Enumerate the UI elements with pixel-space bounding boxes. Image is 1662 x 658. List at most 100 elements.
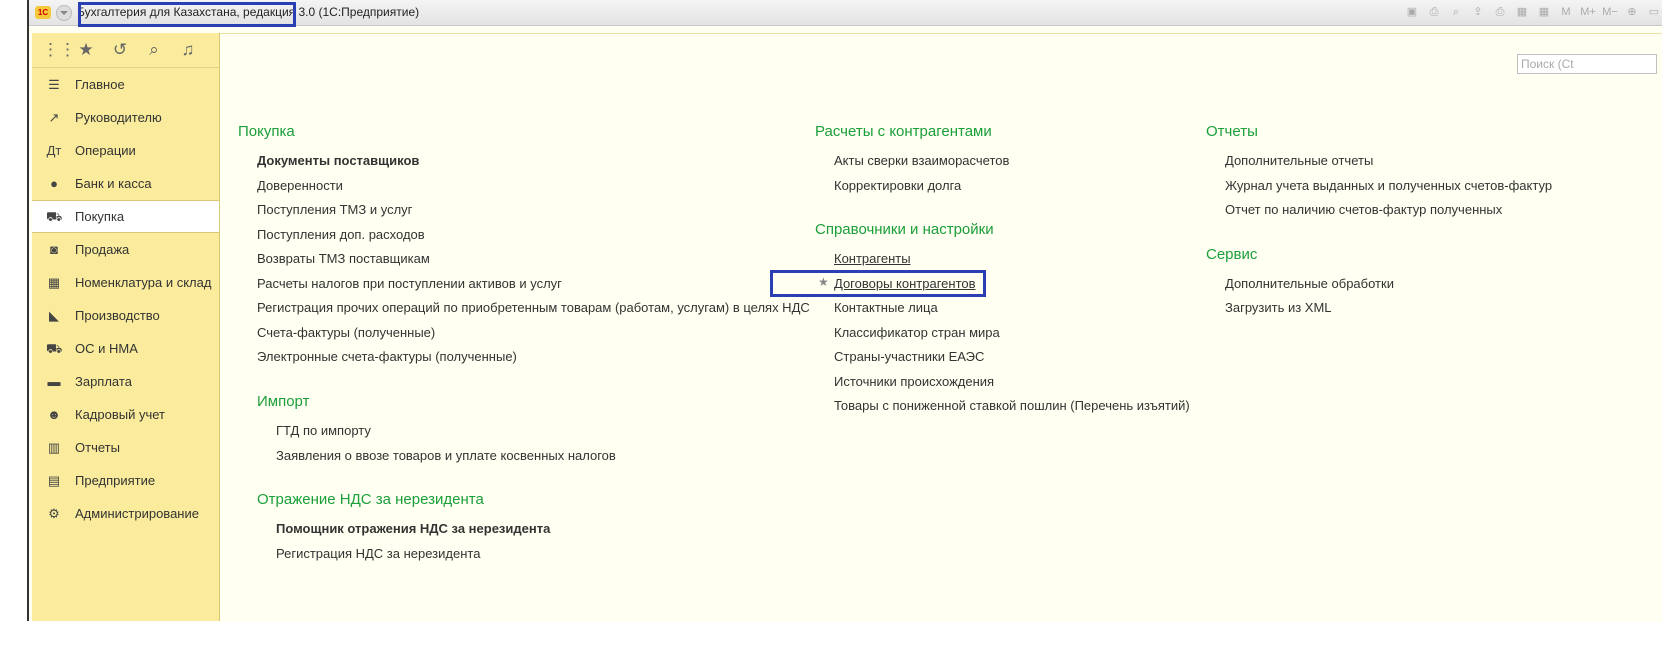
link-additional-reports[interactable]: Дополнительные отчеты — [1225, 153, 1373, 168]
main-menu-button[interactable] — [56, 5, 72, 21]
sidebar-item-main[interactable]: ☰ Главное — [32, 68, 219, 101]
link-reconciliation-acts[interactable]: Акты сверки взаиморасчетов — [834, 153, 1009, 168]
link-powers-of-attorney[interactable]: Доверенности — [257, 178, 343, 193]
sidebar-item-label: Кадровый учет — [75, 407, 165, 422]
sidebar-item-admin[interactable]: ⚙ Администрирование — [32, 497, 219, 530]
sidebar-item-purchase[interactable]: ⛟ Покупка — [32, 200, 219, 233]
link-vat-nonresident-assistant[interactable]: Помощник отражения НДС за нерезидента — [276, 521, 550, 536]
sidebar-item-bank[interactable]: ● Банк и касса — [32, 167, 219, 200]
sidebar: ⋮⋮ ★ ↺ ⌕ ♫ ☰ Главное ↗ Руководителю Дт Опер… — [32, 33, 220, 621]
memory-m-button[interactable]: M — [1558, 5, 1574, 20]
title-bar: 1С Бухгалтерия для Казахстана, редакция … — [29, 0, 1662, 27]
link-counterparties[interactable]: Контрагенты — [834, 251, 911, 266]
link-e-invoices-received[interactable]: Электронные счета-фактуры (полученные) — [257, 349, 517, 364]
link-additional-processing[interactable]: Дополнительные обработки — [1225, 276, 1394, 291]
desktop-background — [0, 0, 27, 658]
link-load-from-xml[interactable]: Загрузить из XML — [1225, 300, 1332, 315]
factory-icon: ◣ — [49, 308, 59, 323]
sidebar-item-salary[interactable]: ▬ Зарплата — [32, 365, 219, 398]
save-icon[interactable]: ▣ — [1404, 5, 1420, 20]
link-import-applications[interactable]: Заявления о ввозе товаров и уплате косве… — [276, 448, 616, 463]
link-invoice-availability-report[interactable]: Отчет по наличию счетов-фактур полученны… — [1225, 202, 1502, 217]
app-logo-icon[interactable]: 1С — [35, 6, 51, 19]
title-highlight-frame — [78, 2, 296, 27]
link-countries-classifier[interactable]: Классификатор стран мира — [834, 325, 1000, 340]
sidebar-item-label: Предприятие — [75, 473, 156, 488]
sidebar-item-label: Номенклатура и склад — [75, 275, 212, 290]
debit-credit-icon: Дт — [46, 143, 62, 158]
link-supplier-documents[interactable]: Документы поставщиков — [257, 153, 419, 168]
search-icon[interactable]: ⌕ — [144, 40, 164, 60]
sidebar-item-label: Главное — [75, 77, 125, 92]
sidebar-item-label: Администрирование — [75, 506, 199, 521]
contracts-highlight-frame — [770, 270, 986, 297]
link-invoices-received[interactable]: Счета-фактуры (полученные) — [257, 325, 435, 340]
sidebar-item-production[interactable]: ◣ Производство — [32, 299, 219, 332]
section-title-import: Импорт — [257, 393, 310, 410]
sidebar-item-nomenclature[interactable]: ▦ Номенклатура и склад — [32, 266, 219, 299]
sidebar-item-label: ОС и НМА — [75, 341, 138, 356]
truck-icon: ⛟ — [46, 341, 63, 356]
section-title-settlements: Расчеты с контрагентами — [815, 123, 992, 140]
memory-plus-button[interactable]: M+ — [1580, 5, 1596, 20]
sidebar-item-reports[interactable]: ▥ Отчеты — [32, 431, 219, 464]
sidebar-item-label: Производство — [75, 308, 160, 323]
link-returns-to-suppliers[interactable]: Возвраты ТМЗ поставщикам — [257, 251, 430, 266]
bar-chart-icon: ▥ — [47, 440, 61, 455]
link-receipts-goods[interactable]: Поступления ТМЗ и услуг — [257, 202, 412, 217]
link-contact-persons[interactable]: Контактные лица — [834, 300, 938, 315]
sidebar-item-label: Продажа — [75, 242, 130, 257]
search-input[interactable]: Поиск (Ct — [1517, 54, 1657, 74]
history-icon[interactable]: ↺ — [110, 40, 130, 60]
title-toolbar: ▣ ⎙ ⌕ ⇪ ⎙ ▦ ▦ M M+ M− ⊕ ▭ — [1404, 5, 1662, 21]
app-window: 1С Бухгалтерия для Казахстана, редакция … — [29, 0, 1662, 622]
sidebar-item-label: Покупка — [75, 209, 125, 224]
sidebar-item-operations[interactable]: Дт Операции — [32, 134, 219, 167]
link-additional-expenses[interactable]: Поступления доп. расходов — [257, 227, 425, 242]
calculator-icon[interactable]: ▦ — [1514, 5, 1530, 20]
main-content: Поиск (Ct Покупка Документы поставщиков … — [220, 33, 1662, 622]
link-invoice-journal[interactable]: Журнал учета выданных и полученных счето… — [1225, 178, 1552, 193]
upload-icon[interactable]: ⇪ — [1470, 5, 1486, 20]
link-eaeu-countries[interactable]: Страны-участники ЕАЭС — [834, 349, 984, 364]
preview-icon[interactable]: ⌕ — [1448, 5, 1464, 20]
link-tax-calculations[interactable]: Расчеты налогов при поступлении активов … — [257, 276, 562, 291]
gear-icon: ⚙ — [48, 506, 60, 521]
link-customs-declarations[interactable]: ГТД по импорту — [276, 423, 371, 438]
coin-icon: ● — [50, 176, 58, 191]
bag-icon: ◙ — [50, 242, 58, 257]
cart-icon: ⛟ — [46, 209, 63, 224]
link-origin-sources[interactable]: Источники происхождения — [834, 374, 994, 389]
section-title-purchase: Покупка — [238, 123, 295, 140]
menu-lines-icon: ☰ — [48, 77, 60, 92]
sidebar-item-manager[interactable]: ↗ Руководителю — [32, 101, 219, 134]
sidebar-item-label: Руководителю — [75, 110, 162, 125]
window-icon[interactable]: ▭ — [1646, 5, 1662, 20]
bell-icon[interactable]: ♫ — [178, 40, 198, 60]
building-icon: ▤ — [47, 473, 61, 488]
trend-icon: ↗ — [48, 110, 60, 125]
sidebar-item-label: Отчеты — [75, 440, 120, 455]
link-vat-registration-other[interactable]: Регистрация прочих операций по приобрете… — [257, 300, 810, 315]
apps-grid-icon[interactable]: ⋮⋮ — [42, 40, 76, 60]
link-vat-nonresident-registration[interactable]: Регистрация НДС за нерезидента — [276, 546, 480, 561]
sidebar-top-icons: ⋮⋮ ★ ↺ ⌕ ♫ — [32, 33, 219, 68]
section-title-vat-nonresident: Отражение НДС за нерезидента — [257, 491, 484, 508]
link-debt-adjustments[interactable]: Корректировки долга — [834, 178, 961, 193]
people-icon: ☻ — [47, 407, 61, 422]
sidebar-item-fixed-assets[interactable]: ⛟ ОС и НМА — [32, 332, 219, 365]
section-title-service: Сервис — [1206, 246, 1258, 263]
print2-icon[interactable]: ⎙ — [1492, 5, 1508, 20]
sidebar-item-label: Операции — [75, 143, 136, 158]
sidebar-item-enterprise[interactable]: ▤ Предприятие — [32, 464, 219, 497]
sidebar-item-sales[interactable]: ◙ Продажа — [32, 233, 219, 266]
sidebar-item-hr[interactable]: ☻ Кадровый учет — [32, 398, 219, 431]
link-reduced-duty-goods[interactable]: Товары с пониженной ставкой пошлин (Пере… — [834, 398, 1190, 413]
memory-minus-button[interactable]: M− — [1602, 5, 1618, 20]
calendar-icon[interactable]: ▦ — [1536, 5, 1552, 20]
print-icon[interactable]: ⎙ — [1426, 5, 1442, 20]
favorites-star-icon[interactable]: ★ — [76, 40, 96, 60]
app-suffix: (1С:Предприятие) — [318, 5, 420, 19]
zoom-icon[interactable]: ⊕ — [1624, 5, 1640, 20]
section-title-reports: Отчеты — [1206, 123, 1258, 140]
